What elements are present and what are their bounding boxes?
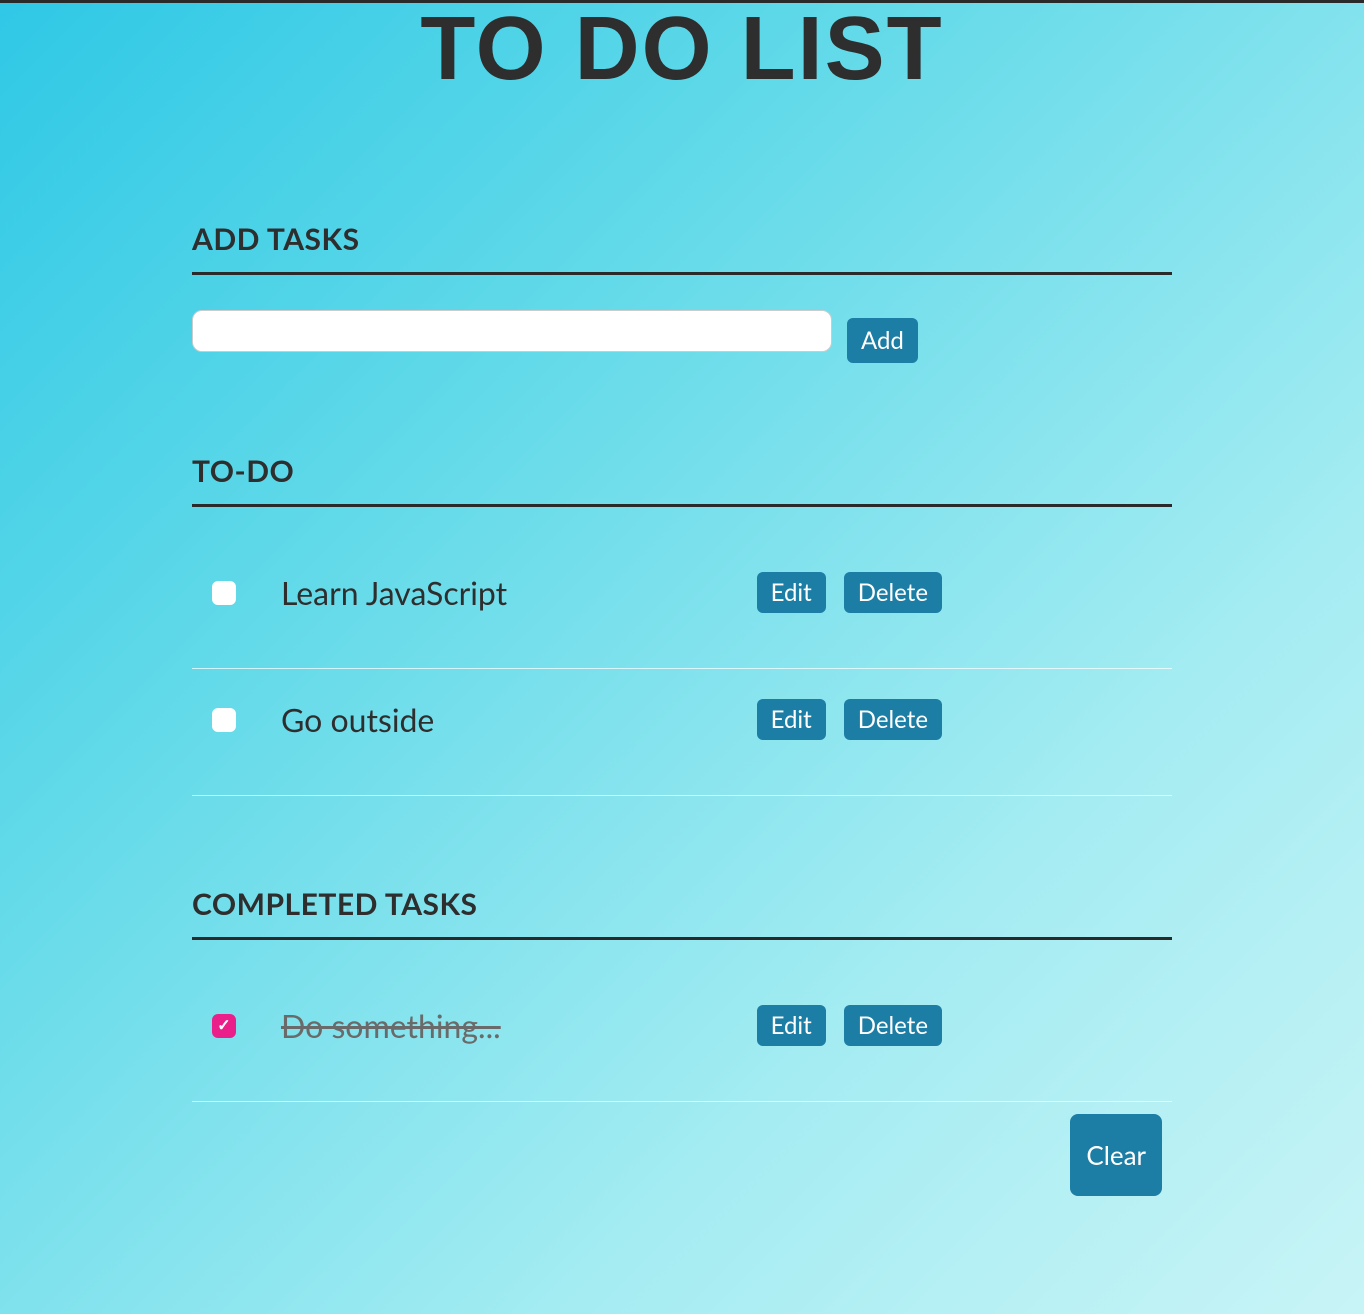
- edit-button[interactable]: Edit: [757, 572, 826, 613]
- task-text: Do something...: [281, 1006, 757, 1045]
- clear-wrapper: Clear: [192, 1114, 1172, 1196]
- completed-section: COMPLETED TASKS Do something... Edit Del…: [192, 886, 1172, 1196]
- task-item: Go outside Edit Delete: [192, 669, 1172, 796]
- task-text: Go outside: [281, 700, 757, 739]
- page-title: TO DO LIST: [192, 0, 1172, 101]
- task-checkbox[interactable]: [212, 708, 236, 732]
- task-actions: Edit Delete: [757, 1005, 942, 1046]
- section-divider: [192, 504, 1172, 507]
- add-button[interactable]: Add: [847, 318, 918, 363]
- add-tasks-section: ADD TASKS Add: [192, 221, 1172, 363]
- clear-button[interactable]: Clear: [1070, 1114, 1162, 1196]
- todo-heading: TO-DO: [192, 453, 1172, 489]
- todo-section: TO-DO Learn JavaScript Edit Delete Go ou…: [192, 453, 1172, 796]
- completed-heading: COMPLETED TASKS: [192, 886, 1172, 922]
- add-tasks-heading: ADD TASKS: [192, 221, 1172, 257]
- section-divider: [192, 937, 1172, 940]
- task-item: Learn JavaScript Edit Delete: [192, 542, 1172, 669]
- delete-button[interactable]: Delete: [844, 699, 942, 740]
- task-actions: Edit Delete: [757, 699, 942, 740]
- section-divider: [192, 272, 1172, 275]
- task-text: Learn JavaScript: [281, 573, 757, 612]
- edit-button[interactable]: Edit: [757, 699, 826, 740]
- delete-button[interactable]: Delete: [844, 1005, 942, 1046]
- task-checkbox[interactable]: [212, 1014, 236, 1038]
- edit-button[interactable]: Edit: [757, 1005, 826, 1046]
- task-input[interactable]: [192, 310, 832, 352]
- task-actions: Edit Delete: [757, 572, 942, 613]
- task-checkbox[interactable]: [212, 581, 236, 605]
- task-item: Do something... Edit Delete: [192, 975, 1172, 1102]
- delete-button[interactable]: Delete: [844, 572, 942, 613]
- add-task-row: Add: [192, 310, 1172, 363]
